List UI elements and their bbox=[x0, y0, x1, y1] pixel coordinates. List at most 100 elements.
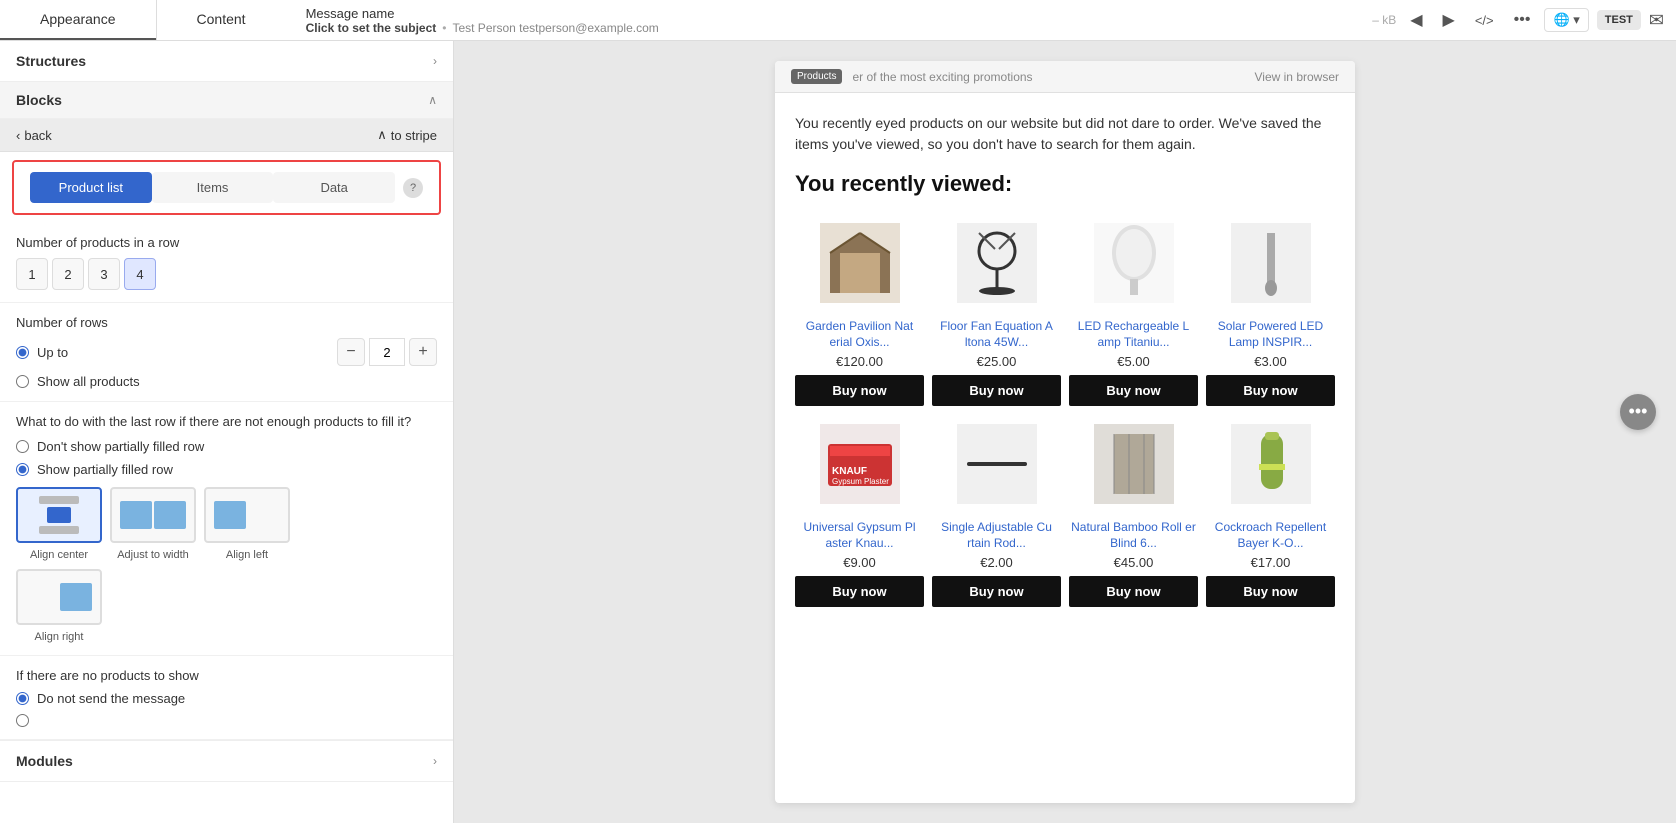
promo-text: er of the most exciting promotions bbox=[852, 70, 1244, 84]
adjust-width-option[interactable]: Adjust to width bbox=[110, 487, 196, 561]
stepper-minus[interactable]: − bbox=[337, 338, 365, 366]
modules-section[interactable]: Modules › bbox=[0, 740, 453, 782]
num-3[interactable]: 3 bbox=[88, 258, 120, 290]
product-name-5[interactable]: Single Adjustable Cu rtain Rod... bbox=[932, 520, 1061, 551]
no-products-section: If there are no products to show Do not … bbox=[0, 656, 453, 740]
email-intro: You recently eyed products on our websit… bbox=[795, 113, 1335, 155]
product-name-3[interactable]: Solar Powered LED Lamp INSPIR... bbox=[1206, 319, 1335, 350]
product-name-7[interactable]: Cockroach Repellent Bayer K-O... bbox=[1206, 520, 1335, 551]
back-btn[interactable]: ‹ back bbox=[16, 128, 52, 143]
align-left-box[interactable] bbox=[204, 487, 290, 543]
product-name-6[interactable]: Natural Bamboo Roll er Blind 6... bbox=[1069, 520, 1198, 551]
rows-stepper: − 2 + bbox=[337, 338, 437, 366]
align-right-box[interactable] bbox=[16, 569, 102, 625]
product-name-1[interactable]: Floor Fan Equation A ltona 45W... bbox=[932, 319, 1061, 350]
buy-btn-2[interactable]: Buy now bbox=[1069, 375, 1198, 406]
forward-icon-btn[interactable]: ▶ bbox=[1437, 6, 1461, 34]
partial-question: What to do with the last row if there ar… bbox=[16, 414, 437, 429]
product-img-4: KNAUFGypsum Plaster bbox=[800, 414, 920, 514]
tab-data[interactable]: Data bbox=[273, 172, 395, 203]
right-panel: Products er of the most exciting promoti… bbox=[454, 41, 1676, 823]
num-2[interactable]: 2 bbox=[52, 258, 84, 290]
tab-product-list[interactable]: Product list bbox=[30, 172, 152, 203]
align-left-label: Align left bbox=[226, 549, 268, 561]
product-price-7: €17.00 bbox=[1251, 555, 1291, 570]
no-products-radio2[interactable] bbox=[16, 714, 437, 727]
nav-row: ‹ back ∧ to stripe bbox=[0, 119, 453, 152]
no-products-label: If there are no products to show bbox=[16, 668, 437, 683]
product-card-4: KNAUFGypsum Plaster Universal Gypsum Pl … bbox=[795, 414, 924, 607]
buy-btn-5[interactable]: Buy now bbox=[932, 576, 1061, 607]
product-img-6 bbox=[1074, 414, 1194, 514]
up-to-radio[interactable]: Up to bbox=[16, 345, 68, 360]
stepper-plus[interactable]: + bbox=[409, 338, 437, 366]
product-name-2[interactable]: LED Rechargeable L amp Titaniu... bbox=[1069, 319, 1198, 350]
align-center-option[interactable]: Align center bbox=[16, 487, 102, 561]
adjust-width-box[interactable] bbox=[110, 487, 196, 543]
rows-radio-group: Up to − 2 + Show all products bbox=[16, 338, 437, 389]
back-icon-btn[interactable]: ◀ bbox=[1404, 6, 1428, 34]
view-browser-link[interactable]: View in browser bbox=[1255, 70, 1339, 84]
product-name-0[interactable]: Garden Pavilion Nat erial Oxis... bbox=[795, 319, 924, 350]
buy-btn-6[interactable]: Buy now bbox=[1069, 576, 1198, 607]
email-body: You recently eyed products on our websit… bbox=[775, 93, 1355, 635]
tab-items[interactable]: Items bbox=[152, 172, 274, 203]
dont-show-radio[interactable]: Don't show partially filled row bbox=[16, 439, 437, 454]
svg-text:KNAUF: KNAUF bbox=[832, 466, 867, 477]
blocks-header[interactable]: Blocks ∧ bbox=[0, 82, 453, 119]
product-price-6: €45.00 bbox=[1114, 555, 1154, 570]
buy-btn-7[interactable]: Buy now bbox=[1206, 576, 1335, 607]
product-img-7 bbox=[1211, 414, 1331, 514]
partial-row-section: What to do with the last row if there ar… bbox=[0, 402, 453, 656]
tab-content[interactable]: Content bbox=[157, 0, 286, 40]
products-badge: Products bbox=[791, 69, 842, 84]
top-bar: Appearance Content Message name Click to… bbox=[0, 0, 1676, 41]
product-card-6: Natural Bamboo Roll er Blind 6... €45.00… bbox=[1069, 414, 1198, 607]
product-name-4[interactable]: Universal Gypsum Pl aster Knau... bbox=[795, 520, 924, 551]
product-card-1: Floor Fan Equation A ltona 45W... €25.00… bbox=[932, 213, 1061, 406]
blocks-chevron: ∧ bbox=[428, 93, 437, 107]
structures-label: Structures bbox=[16, 53, 86, 69]
message-info: Message name Click to set the subject • … bbox=[286, 6, 1361, 35]
globe-btn[interactable]: 🌐 ▾ bbox=[1544, 8, 1588, 32]
buy-btn-0[interactable]: Buy now bbox=[795, 375, 924, 406]
partial-radio-group: Don't show partially filled row Show par… bbox=[16, 439, 437, 477]
do-not-send-radio[interactable]: Do not send the message bbox=[16, 691, 437, 706]
structures-section[interactable]: Structures › bbox=[0, 41, 453, 82]
adjust-width-label: Adjust to width bbox=[117, 549, 189, 561]
align-center-box[interactable] bbox=[16, 487, 102, 543]
show-all-radio[interactable]: Show all products bbox=[16, 374, 437, 389]
left-panel: Structures › Blocks ∧ ‹ back ∧ to stripe bbox=[0, 41, 454, 823]
floating-more-btn[interactable]: ••• bbox=[1620, 394, 1656, 430]
email-top-bar: Products er of the most exciting promoti… bbox=[775, 61, 1355, 93]
tab-appearance[interactable]: Appearance bbox=[0, 0, 156, 40]
help-icon[interactable]: ? bbox=[403, 178, 423, 198]
message-subject[interactable]: Click to set the subject bbox=[306, 21, 437, 35]
product-price-4: €9.00 bbox=[843, 555, 876, 570]
product-card-0: Garden Pavilion Nat erial Oxis... €120.0… bbox=[795, 213, 924, 406]
buy-btn-1[interactable]: Buy now bbox=[932, 375, 1061, 406]
product-price-3: €3.00 bbox=[1254, 354, 1287, 369]
more-btn[interactable]: ••• bbox=[1508, 7, 1537, 33]
main-layout: Structures › Blocks ∧ ‹ back ∧ to stripe bbox=[0, 41, 1676, 823]
blocks-section: Blocks ∧ ‹ back ∧ to stripe Product list… bbox=[0, 82, 453, 782]
show-partial-radio[interactable]: Show partially filled row bbox=[16, 462, 437, 477]
align-center-label: Align center bbox=[30, 549, 88, 561]
blocks-title: Blocks bbox=[16, 92, 62, 108]
products-in-row-setting: Number of products in a row 1 2 3 4 bbox=[0, 223, 453, 303]
align-left-option[interactable]: Align left bbox=[204, 487, 290, 561]
to-stripe-btn[interactable]: ∧ to stripe bbox=[377, 127, 437, 143]
buy-btn-4[interactable]: Buy now bbox=[795, 576, 924, 607]
products-in-row-label: Number of products in a row bbox=[16, 235, 437, 250]
message-name-label: Message name bbox=[306, 6, 1341, 21]
buy-btn-3[interactable]: Buy now bbox=[1206, 375, 1335, 406]
stepper-value: 2 bbox=[369, 338, 405, 366]
num-4[interactable]: 4 bbox=[124, 258, 156, 290]
test-btn[interactable]: TEST bbox=[1597, 10, 1641, 30]
product-card-5: Single Adjustable Cu rtain Rod... €2.00 … bbox=[932, 414, 1061, 607]
num-1[interactable]: 1 bbox=[16, 258, 48, 290]
product-grid-row1: Garden Pavilion Nat erial Oxis... €120.0… bbox=[795, 213, 1335, 406]
send-btn[interactable]: ✉ bbox=[1649, 10, 1664, 31]
align-right-option[interactable]: Align right bbox=[16, 569, 102, 643]
code-btn[interactable]: </> bbox=[1469, 9, 1500, 32]
